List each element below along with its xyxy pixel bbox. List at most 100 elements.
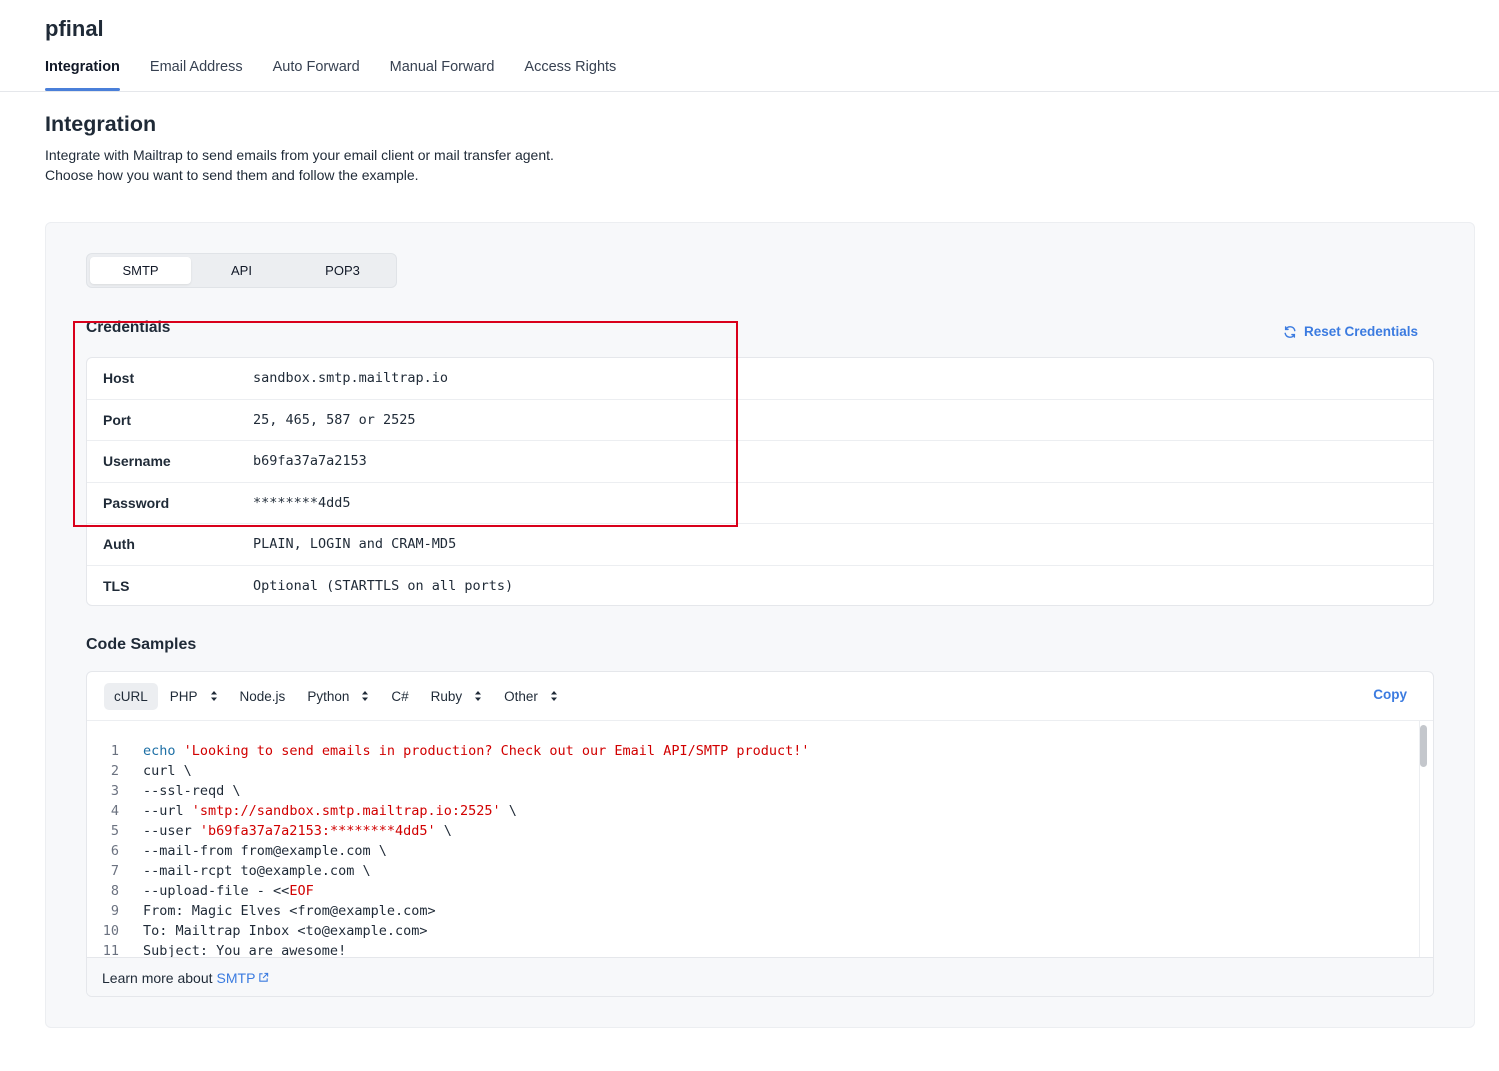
code-token: --ssl-reqd \ (143, 783, 241, 799)
line-content: --user 'b69fa37a7a2153:********4dd5' \ (119, 821, 452, 841)
learn-more-text: Learn more about (102, 969, 213, 986)
code-samples-card: cURL PHP Node.js Python C# Ruby Other Co… (86, 671, 1434, 997)
line-content: echo 'Looking to send emails in producti… (119, 741, 810, 761)
language-tab-php[interactable]: PHP (160, 683, 228, 710)
line-content: --mail-rcpt to@example.com \ (119, 861, 371, 881)
language-tab-nodejs[interactable]: Node.js (230, 683, 296, 710)
code-lines: 1 echo 'Looking to send emails in product… (87, 741, 810, 957)
tab-email-address[interactable]: Email Address (150, 58, 243, 91)
language-tab-csharp[interactable]: C# (381, 683, 418, 710)
credentials-table: Host sandbox.smtp.mailtrap.io Port 25, 4… (86, 357, 1434, 606)
credential-value[interactable]: 25, 465, 587 or 2525 (253, 412, 416, 428)
line-number: 1 (110, 743, 119, 759)
inbox-tabs: Integration Email Address Auto Forward M… (45, 58, 616, 91)
reset-credentials-label: Reset Credentials (1303, 324, 1418, 339)
copy-button[interactable]: Copy (1373, 687, 1407, 702)
code-line: 11 Subject: You are awesome! (87, 941, 810, 957)
credential-row-auth: Auth PLAIN, LOGIN and CRAM-MD5 (87, 524, 1433, 566)
code-line: 5 --user 'b69fa37a7a2153:********4dd5' \ (87, 821, 810, 841)
line-number: 4 (110, 803, 119, 819)
top-header: pfinal Integration Email Address Auto Fo… (0, 0, 1499, 92)
smtp-docs-link[interactable]: SMTP (217, 970, 270, 986)
credential-row-tls: TLS Optional (STARTTLS on all ports) (87, 566, 1433, 606)
credential-value[interactable]: b69fa37a7a2153 (253, 453, 367, 469)
code-token: --mail-rcpt to@example.com \ (143, 863, 371, 879)
code-line: 4 --url 'smtp://sandbox.smtp.mailtrap.io:… (87, 801, 810, 821)
line-content: Subject: You are awesome! (119, 941, 346, 957)
code-token: To: Mailtrap Inbox <to@example.com> (143, 923, 428, 939)
line-number: 8 (110, 883, 119, 899)
language-label: Node.js (239, 688, 286, 704)
inbox-name: pfinal (45, 16, 104, 41)
line-content: --url 'smtp://sandbox.smtp.mailtrap.io:2… (119, 801, 517, 821)
code-line: 8 --upload-file - <<EOF (87, 881, 810, 901)
tab-manual-forward[interactable]: Manual Forward (390, 58, 495, 91)
language-tab-python[interactable]: Python (297, 683, 379, 710)
smtp-link-label: SMTP (216, 969, 256, 986)
credential-value[interactable]: ********4dd5 (253, 495, 351, 511)
language-label: Ruby (430, 688, 463, 704)
external-link-icon (259, 972, 269, 982)
integration-panel: SMTP API POP3 Credentials Reset Credenti… (45, 222, 1475, 1028)
reset-credentials-button[interactable]: Reset Credentials (1283, 324, 1418, 339)
code-footer: Learn more about SMTP (87, 957, 1433, 996)
credentials-title: Credentials (86, 319, 171, 336)
code-token: Subject: You are awesome! (143, 943, 347, 957)
page-description: Integrate with Mailtrap to send emails f… (45, 145, 554, 185)
sort-icon (550, 691, 557, 701)
protocol-switcher: SMTP API POP3 (86, 253, 397, 288)
language-tab-other[interactable]: Other (494, 683, 568, 710)
refresh-icon (1284, 325, 1296, 338)
credential-key: Port (103, 411, 131, 428)
protocol-tab-api[interactable]: API (191, 257, 292, 284)
sort-icon (210, 691, 217, 701)
keyword-token: echo (143, 743, 176, 759)
code-editor[interactable]: 1 echo 'Looking to send emails in product… (87, 721, 1433, 957)
line-number: 7 (110, 863, 119, 879)
code-line: 10 To: Mailtrap Inbox <to@example.com> (87, 921, 810, 941)
language-tab-curl[interactable]: cURL (104, 682, 158, 710)
string-token: 'smtp://sandbox.smtp.mailtrap.io:2525' (191, 803, 501, 819)
code-token: --user (143, 823, 200, 839)
line-number: 10 (102, 923, 119, 939)
language-label: PHP (169, 688, 198, 704)
code-line: 2 curl \ (87, 761, 810, 781)
language-tab-ruby[interactable]: Ruby (421, 683, 493, 710)
credential-key: Username (103, 453, 171, 470)
code-line: 7 --mail-rcpt to@example.com \ (87, 861, 810, 881)
language-label: Other (504, 688, 538, 704)
line-number: 6 (110, 843, 119, 859)
credential-row-password: Password ********4dd5 (87, 483, 1433, 524)
code-token: curl \ (143, 763, 192, 779)
credential-value: Optional (STARTTLS on all ports) (253, 578, 514, 595)
string-token: 'b69fa37a7a2153:********4dd5' (199, 823, 436, 839)
code-line: 6 --mail-from from@example.com \ (87, 841, 810, 861)
protocol-tab-smtp[interactable]: SMTP (90, 257, 191, 284)
credential-value[interactable]: sandbox.smtp.mailtrap.io (253, 370, 448, 386)
tab-integration[interactable]: Integration (45, 58, 120, 91)
line-content: curl \ (119, 761, 192, 781)
line-content: From: Magic Elves <from@example.com> (119, 901, 436, 921)
string-token: 'Looking to send emails in production? C… (183, 743, 810, 759)
code-line: 9 From: Magic Elves <from@example.com> (87, 901, 810, 921)
code-token: --url (143, 803, 192, 819)
code-scrollbar-thumb[interactable] (1420, 725, 1427, 767)
language-label: C# (391, 688, 409, 704)
line-content: --upload-file - <<EOF (119, 881, 314, 901)
code-token: From: Magic Elves <from@example.com> (143, 903, 436, 919)
line-number: 5 (110, 823, 119, 839)
line-content: --ssl-reqd \ (119, 781, 241, 801)
language-label: Python (307, 688, 350, 704)
protocol-tab-pop3[interactable]: POP3 (292, 257, 393, 284)
language-bar: cURL PHP Node.js Python C# Ruby Other Co… (87, 672, 1433, 721)
code-scrollbar[interactable] (1419, 721, 1431, 957)
line-content: --mail-from from@example.com \ (119, 841, 387, 861)
tab-access-rights[interactable]: Access Rights (524, 58, 616, 91)
line-number: 3 (110, 783, 119, 799)
tab-auto-forward[interactable]: Auto Forward (273, 58, 360, 91)
description-line-1: Integrate with Mailtrap to send emails f… (45, 147, 554, 163)
code-token: \ (435, 823, 452, 839)
code-samples-title: Code Samples (86, 636, 197, 653)
code-line: 3 --ssl-reqd \ (87, 781, 810, 801)
